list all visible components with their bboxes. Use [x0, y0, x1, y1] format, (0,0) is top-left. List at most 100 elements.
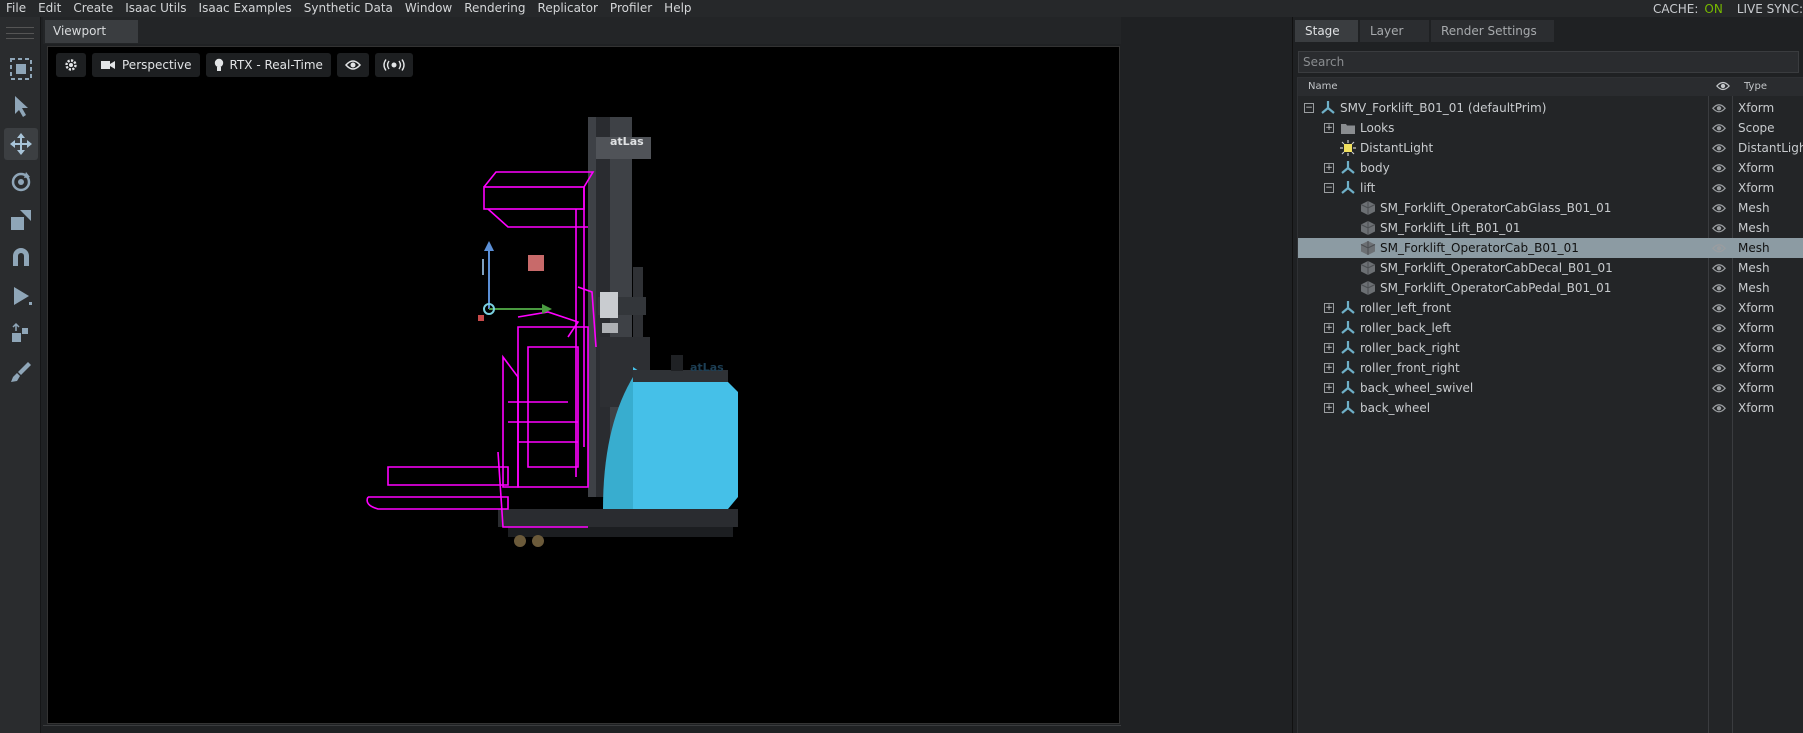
tab-viewport[interactable]: Viewport [45, 20, 138, 43]
menu-rendering[interactable]: Rendering [458, 0, 531, 17]
play-button[interactable] [4, 280, 38, 312]
tree-row[interactable]: SM_Forklift_Lift_B01_01 Mesh [1298, 218, 1803, 238]
tab-render-settings[interactable]: Render Settings [1431, 20, 1554, 42]
rotate-button[interactable] [4, 166, 38, 198]
tree-row[interactable]: − SMV_Forklift_B01_01 (defaultPrim) Xform [1298, 98, 1803, 118]
tree-row[interactable]: SM_Forklift_OperatorCabGlass_B01_01 Mesh [1298, 198, 1803, 218]
visibility-eye-icon[interactable] [1712, 382, 1726, 394]
tree-row[interactable]: + back_wheel_swivel Xform [1298, 378, 1803, 398]
tree-row[interactable]: − lift Xform [1298, 178, 1803, 198]
cache-status[interactable]: ON [1704, 2, 1722, 16]
visibility-eye-icon[interactable] [1712, 142, 1726, 154]
visibility-eye-icon[interactable] [1712, 122, 1726, 134]
visibility-eye-icon[interactable] [1712, 102, 1726, 114]
expand-icon[interactable]: + [1324, 383, 1334, 393]
menu-synthetic-data[interactable]: Synthetic Data [298, 0, 399, 17]
tree-row[interactable]: SM_Forklift_OperatorCab_B01_01 Mesh [1298, 238, 1803, 258]
prim-type: Xform [1738, 101, 1775, 115]
viewport-settings-button[interactable] [56, 53, 86, 77]
tree-header: Name Type [1298, 78, 1803, 96]
visibility-eye-icon[interactable] [1712, 282, 1726, 294]
tree-row[interactable]: + roller_front_right Xform [1298, 358, 1803, 378]
live-sync-label[interactable]: LIVE SYNC: [1737, 2, 1803, 16]
tree-row[interactable]: SM_Forklift_OperatorCabDecal_B01_01 Mesh [1298, 258, 1803, 278]
xform-icon [1340, 380, 1356, 396]
tree-row[interactable]: DistantLight DistantLight [1298, 138, 1803, 158]
tree-row[interactable]: + back_wheel Xform [1298, 398, 1803, 418]
menu-isaac-examples[interactable]: Isaac Examples [193, 0, 298, 17]
visibility-eye-icon[interactable] [1712, 362, 1726, 374]
menu-isaac-utils[interactable]: Isaac Utils [119, 0, 192, 17]
expand-icon[interactable]: + [1324, 323, 1334, 333]
visibility-header-icon[interactable] [1716, 80, 1730, 92]
xform-icon [1340, 340, 1356, 356]
gear-icon [65, 59, 77, 71]
collapse-icon[interactable]: − [1324, 183, 1334, 193]
menu-help[interactable]: Help [658, 0, 697, 17]
column-name-header[interactable]: Name [1308, 81, 1338, 92]
visibility-eye-icon[interactable] [1712, 322, 1726, 334]
physics-icon [12, 322, 28, 342]
tree-row[interactable]: + body Xform [1298, 158, 1803, 178]
visibility-eye-icon[interactable] [1712, 402, 1726, 414]
move-button[interactable] [4, 128, 38, 160]
expand-icon[interactable]: + [1324, 163, 1334, 173]
lightbulb-icon [214, 58, 223, 71]
broadcast-button[interactable] [374, 53, 413, 77]
tree-row[interactable]: + Looks Scope [1298, 118, 1803, 138]
tree-row[interactable]: + roller_left_front Xform [1298, 298, 1803, 318]
snap-button[interactable] [4, 242, 38, 274]
tab-layer[interactable]: Layer [1360, 20, 1429, 42]
visibility-eye-icon[interactable] [1712, 262, 1726, 274]
menu-edit[interactable]: Edit [32, 0, 67, 17]
column-type-header[interactable]: Type [1744, 81, 1767, 92]
play-icon [14, 287, 32, 305]
physics-button[interactable] [4, 318, 38, 350]
visibility-eye-icon[interactable] [1712, 242, 1726, 254]
toolbar-grip[interactable] [6, 27, 34, 39]
menu-create[interactable]: Create [67, 0, 119, 17]
select-arrow-icon [15, 96, 28, 117]
expand-icon[interactable]: + [1324, 403, 1334, 413]
collapse-icon[interactable]: − [1304, 103, 1314, 113]
menu-replicator[interactable]: Replicator [532, 0, 604, 17]
tree-row[interactable]: SM_Forklift_OperatorCabPedal_B01_01 Mesh [1298, 278, 1803, 298]
expand-icon[interactable]: + [1324, 123, 1334, 133]
tab-stage[interactable]: Stage [1295, 20, 1358, 42]
camera-perspective-button[interactable]: Perspective [92, 53, 200, 77]
paint-button[interactable] [4, 356, 38, 388]
expand-icon[interactable]: + [1324, 303, 1334, 313]
visibility-eye-icon[interactable] [1712, 182, 1726, 194]
tree-row[interactable]: + roller_back_left Xform [1298, 318, 1803, 338]
scale-button[interactable] [4, 204, 38, 236]
menu-file[interactable]: File [0, 0, 32, 17]
expand-icon[interactable]: + [1324, 363, 1334, 373]
visibility-eye-icon[interactable] [1712, 302, 1726, 314]
prim-type: DistantLight [1738, 141, 1803, 155]
visibility-button[interactable] [336, 53, 369, 77]
prim-name: SM_Forklift_OperatorCabGlass_B01_01 [1380, 201, 1612, 215]
light-icon [1340, 140, 1356, 156]
menu-window[interactable]: Window [399, 0, 458, 17]
stage-search-input[interactable]: Search [1298, 51, 1799, 73]
forklift-scene [366, 117, 738, 547]
expand-icon[interactable]: + [1324, 343, 1334, 353]
prim-name: DistantLight [1360, 141, 1434, 155]
prim-type: Xform [1738, 401, 1775, 415]
renderer-button[interactable]: RTX - Real-Time [205, 53, 331, 77]
visibility-eye-icon[interactable] [1712, 222, 1726, 234]
tree-row[interactable]: + roller_back_right Xform [1298, 338, 1803, 358]
visibility-eye-icon[interactable] [1712, 342, 1726, 354]
visibility-eye-icon[interactable] [1712, 162, 1726, 174]
folder-icon [1340, 120, 1356, 136]
select-button[interactable] [4, 90, 38, 122]
prim-name: roller_back_right [1360, 341, 1460, 355]
xform-icon [1340, 360, 1356, 376]
prim-name: back_wheel_swivel [1360, 381, 1474, 395]
viewport-canvas[interactable]: atLas atLas Perspective RTX - Real-Time [47, 46, 1120, 724]
visibility-eye-icon[interactable] [1712, 202, 1726, 214]
paint-brush-icon [11, 362, 31, 382]
menu-profiler[interactable]: Profiler [604, 0, 658, 17]
select-frame-button[interactable] [4, 53, 38, 85]
xform-icon [1340, 300, 1356, 316]
